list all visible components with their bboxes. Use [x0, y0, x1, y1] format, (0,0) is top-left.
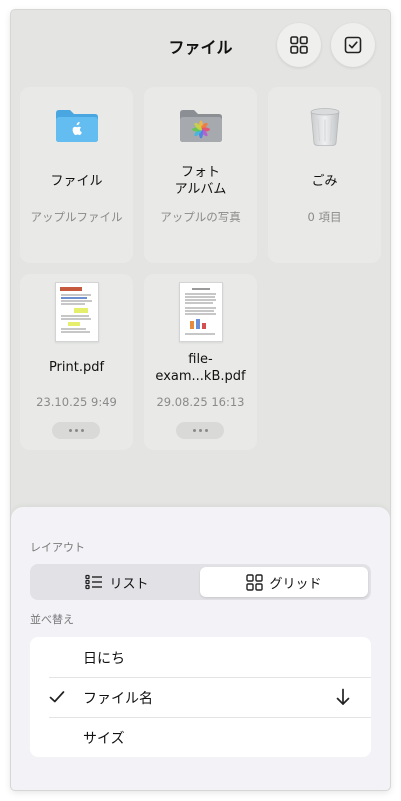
- more-actions-button[interactable]: [176, 422, 224, 439]
- tile-subtitle: 29.08.25 16:13: [156, 395, 245, 409]
- view-options-sheet: レイアウト リスト グリッド 並べ替え 日にち ファイル名 サイズ: [11, 507, 390, 790]
- layout-section-label: レイアウト: [30, 541, 85, 554]
- tile-subtitle: 23.10.25 9:49: [36, 395, 117, 409]
- tile-name: Print.pdf: [48, 360, 105, 375]
- ellipsis-dot: [204, 429, 208, 432]
- more-actions-button[interactable]: [52, 422, 100, 439]
- tile-name: file- exam...kB.pdf: [144, 351, 257, 385]
- layout-segmented-control: リスト グリッド: [30, 564, 371, 600]
- ellipsis-dot: [198, 429, 202, 432]
- ellipsis-dot: [68, 429, 72, 432]
- arrow-down-icon[interactable]: [336, 688, 350, 706]
- sort-option-size[interactable]: サイズ: [30, 717, 371, 757]
- checkbox-select-icon: [344, 36, 362, 54]
- tile-subtitle: アップルの写真: [160, 210, 241, 224]
- tile-file-example-pdf[interactable]: file- exam...kB.pdf 29.08.25 16:13: [144, 274, 257, 450]
- view-mode-button[interactable]: [277, 23, 321, 67]
- ellipsis-dot: [80, 429, 84, 432]
- select-button[interactable]: [331, 23, 375, 67]
- photos-folder-icon: [179, 110, 222, 142]
- grid-icon: [246, 573, 264, 591]
- grid-view-icon: [290, 36, 308, 54]
- sort-section-label: 並べ替え: [30, 613, 74, 626]
- tile-name: ファイル: [50, 174, 103, 189]
- tile-subtitle: アップルファイル: [30, 210, 123, 224]
- files-window: ファイル ファイル アップルファイル フォト アルバム アップルの写真 ごみ 0…: [11, 10, 390, 790]
- tile-name-line1: file-: [188, 352, 213, 367]
- tile-name-line2: アルバム: [174, 182, 227, 197]
- checkmark-icon: [49, 691, 65, 703]
- tile-name: フォト アルバム: [144, 164, 257, 198]
- sort-option-label: サイズ: [83, 731, 125, 747]
- tile-subtitle: 0 項目: [307, 210, 342, 224]
- tile-name-line2: exam...kB.pdf: [155, 369, 246, 384]
- tile-print-pdf[interactable]: Print.pdf 23.10.25 9:49: [20, 274, 133, 450]
- trash-bin-icon: [310, 108, 339, 146]
- layout-option-list-label: リスト: [109, 576, 149, 592]
- tile-name: ごみ: [311, 174, 338, 189]
- ellipsis-dot: [74, 429, 78, 432]
- pdf-document-thumbnail: [178, 282, 223, 342]
- layout-option-grid[interactable]: グリッド: [200, 567, 368, 597]
- tile-trash[interactable]: ごみ 0 項目: [268, 87, 381, 263]
- sort-options-list: 日にち ファイル名 サイズ: [30, 637, 371, 757]
- blue-apple-folder-icon: [55, 110, 98, 142]
- tile-files-folder[interactable]: ファイル アップルファイル: [20, 87, 133, 263]
- layout-option-grid-label: グリッド: [269, 576, 322, 592]
- sort-option-filename[interactable]: ファイル名: [30, 677, 371, 717]
- ellipsis-dot: [192, 429, 196, 432]
- tile-name-line1: フォト: [180, 165, 220, 180]
- sort-option-date[interactable]: 日にち: [30, 637, 371, 677]
- layout-option-list[interactable]: リスト: [33, 567, 201, 597]
- list-icon: [85, 574, 103, 590]
- sort-option-label: 日にち: [83, 651, 125, 667]
- tile-photos-folder[interactable]: フォト アルバム アップルの写真: [144, 87, 257, 263]
- pdf-document-thumbnail: [54, 282, 99, 342]
- sort-option-label: ファイル名: [83, 691, 153, 707]
